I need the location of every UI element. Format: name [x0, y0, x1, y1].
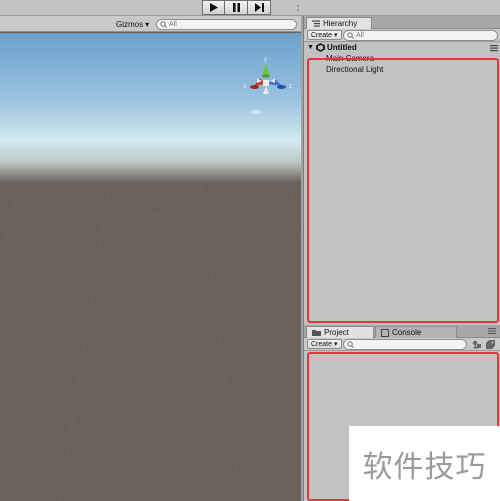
axis-y-label: y: [264, 57, 267, 63]
pause-icon: [232, 3, 240, 12]
axis-z-label: z: [289, 84, 292, 90]
expand-arrow-icon: ▼: [307, 44, 314, 51]
step-icon: [254, 3, 264, 12]
console-icon: [381, 328, 389, 337]
tab-project[interactable]: Project: [306, 326, 374, 338]
pause-button[interactable]: [225, 0, 248, 15]
main-toolbar: [0, 0, 500, 16]
scene-search-placeholder: All: [169, 21, 177, 28]
hierarchy-panel: Hierarchy Create ▾ All ▼ Untitled Main C…: [303, 16, 500, 325]
gizmos-dropdown[interactable]: Gizmos ▾: [116, 18, 149, 30]
hierarchy-search-input[interactable]: All: [343, 30, 498, 41]
dropdown-arrow-icon: ▾: [334, 340, 338, 348]
search-icon: [160, 21, 167, 28]
tab-console-label: Console: [392, 327, 422, 337]
folder-icon: [312, 330, 321, 336]
project-create-label: Create: [311, 340, 333, 348]
dropdown-arrow-icon: ▾: [145, 19, 150, 29]
project-search-input[interactable]: [343, 339, 467, 350]
hierarchy-toolbar: Create ▾ All: [304, 29, 500, 42]
unity-logo-icon: [315, 43, 325, 52]
scene-toolbar: Gizmos ▾ All: [0, 16, 301, 32]
filter-by-label-icon[interactable]: [486, 340, 496, 349]
play-icon: [209, 3, 218, 12]
resize-grip-icon: [297, 5, 299, 11]
ground-grid: [0, 183, 301, 501]
play-button[interactable]: [202, 0, 225, 15]
project-create-button[interactable]: Create ▾: [307, 339, 342, 349]
search-icon: [347, 341, 354, 348]
gizmos-label: Gizmos: [116, 19, 144, 29]
axis-x-label: x: [243, 84, 246, 90]
search-icon: [347, 32, 354, 39]
hierarchy-create-label: Create: [311, 31, 333, 39]
filter-by-type-icon[interactable]: [472, 340, 482, 349]
orientation-gizmo-icon[interactable]: y x z: [240, 56, 300, 116]
scene-search-input[interactable]: All: [156, 19, 297, 30]
panel-menu-icon[interactable]: [488, 328, 496, 334]
playback-controls: [202, 0, 271, 15]
watermark-overlay: 软件技巧: [349, 426, 500, 501]
project-tabbar: Project Console: [304, 325, 500, 338]
dropdown-arrow-icon: ▾: [334, 31, 338, 39]
hierarchy-create-button[interactable]: Create ▾: [307, 30, 342, 40]
tab-console[interactable]: Console: [375, 326, 457, 338]
unity-editor-window: Gizmos ▾ All y x z Hierarchy Create ▾ Al…: [0, 0, 500, 501]
project-toolbar: Create ▾: [304, 338, 500, 351]
hierarchy-search-placeholder: All: [356, 32, 364, 39]
list-icon: [312, 20, 320, 27]
step-button[interactable]: [248, 0, 271, 15]
tab-project-label: Project: [324, 327, 349, 337]
tab-hierarchy[interactable]: Hierarchy: [306, 17, 372, 29]
hierarchy-highlight-box: [307, 58, 499, 323]
scene-root-item[interactable]: ▼ Untitled: [307, 43, 357, 52]
scene-options-icon[interactable]: [490, 44, 498, 52]
scene-root-label: Untitled: [326, 43, 357, 52]
tab-hierarchy-label: Hierarchy: [323, 18, 358, 28]
scene-view[interactable]: Gizmos ▾ All y x z: [0, 16, 301, 501]
hierarchy-tabbar: Hierarchy: [304, 16, 500, 29]
